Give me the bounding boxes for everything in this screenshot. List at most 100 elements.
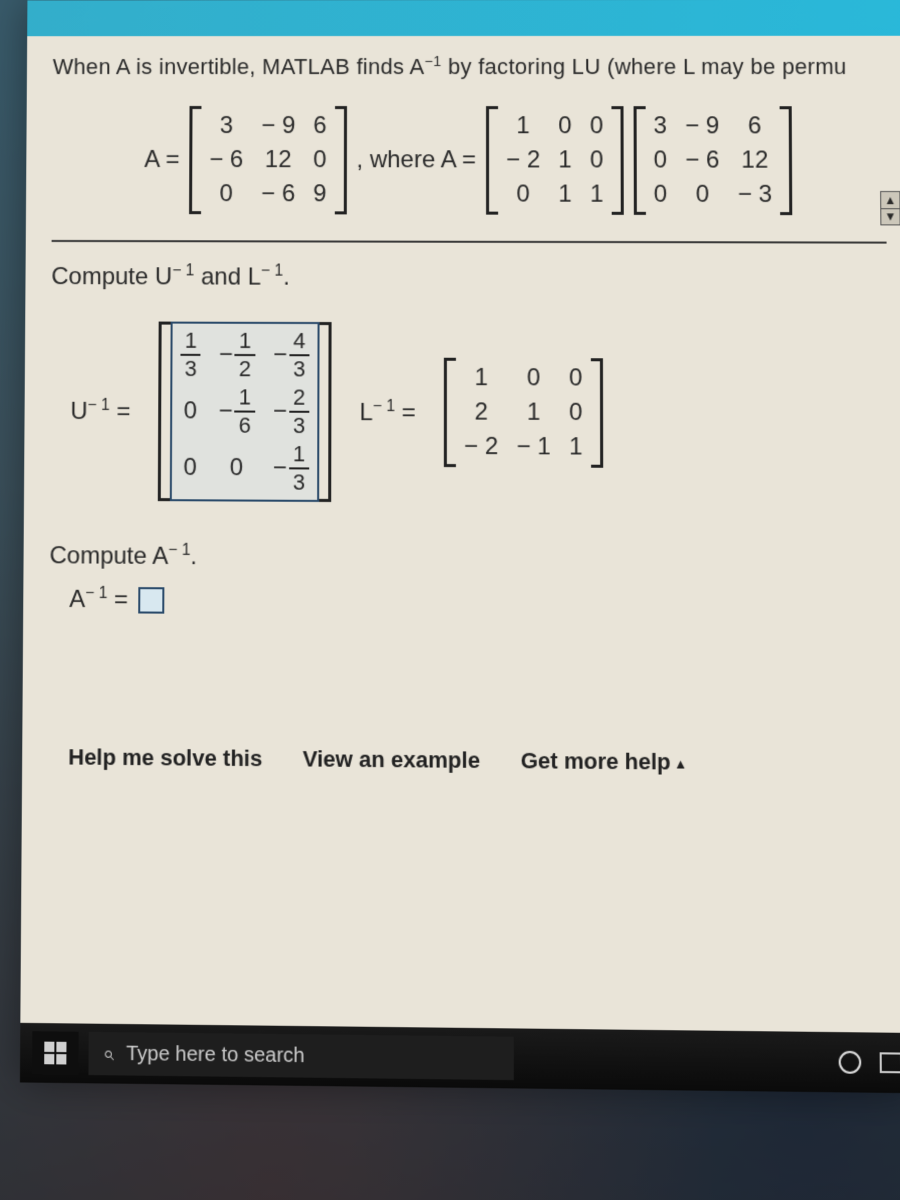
l10: − 2 — [506, 147, 540, 175]
intro-exp: −1 — [425, 54, 442, 70]
uinv-eq: = — [110, 398, 131, 425]
a01: − 9 — [261, 112, 295, 140]
matrix-U: 3 − 9 6 0 − 6 12 0 0 − 3 — [633, 107, 792, 216]
u02: 6 — [737, 113, 771, 141]
l22: 1 — [590, 181, 603, 209]
a12: 0 — [313, 146, 326, 174]
sub1c: . — [283, 264, 290, 291]
li20: − 2 — [464, 433, 498, 462]
a11: 12 — [261, 146, 295, 174]
linv-eq: = — [395, 399, 416, 426]
view-example-button[interactable]: View an example — [303, 746, 480, 774]
ainv-answer-row: A− 1 = — [49, 585, 889, 620]
ainv-eq: = — [107, 586, 128, 614]
u00: 3 — [653, 113, 667, 141]
a22: 9 — [313, 181, 326, 209]
uinv-exp: − 1 — [88, 397, 110, 414]
a00: 3 — [209, 112, 243, 140]
matrix-A: 3 − 9 6 − 6 12 0 0 − 6 9 — [189, 106, 346, 214]
u10: 0 — [654, 147, 668, 175]
answer-input[interactable] — [138, 587, 164, 614]
taskbar-tray — [839, 1051, 900, 1075]
uinv-label: U− 1 = — [70, 397, 130, 426]
u21: 0 — [685, 181, 719, 209]
sub2e: − 1 — [168, 542, 190, 559]
linv-label: L− 1 = — [359, 398, 415, 428]
matrix-L: 1 0 0 − 2 1 0 0 1 1 — [486, 106, 623, 215]
intro-part1: When A is invertible, MATLAB finds A — [53, 54, 425, 79]
uinv11: −16 — [219, 387, 255, 438]
linv-exp: − 1 — [373, 398, 395, 415]
u01: − 9 — [685, 113, 719, 141]
l00: 1 — [506, 112, 540, 140]
uinv-linv-row: U− 1 = 13 −12 −43 0 −16 −23 0 0 −13 — [50, 322, 888, 506]
scroll-up-icon[interactable]: ▲ — [881, 192, 899, 209]
help-row: Help me solve this View an example Get m… — [48, 736, 890, 786]
search-placeholder: Type here to search — [126, 1042, 305, 1068]
uinv02: −43 — [273, 330, 309, 381]
windows-taskbar[interactable]: ⌕ Type here to search — [20, 1023, 900, 1093]
question-content: When A is invertible, MATLAB finds A−1 b… — [22, 36, 900, 797]
uinv10: 0 — [180, 398, 200, 426]
intro-part2: by factoring LU (where L may be permu — [441, 54, 846, 79]
li11: 1 — [516, 399, 550, 428]
search-icon: ⌕ — [103, 1042, 114, 1066]
uinv22: −13 — [273, 443, 310, 494]
ainv-label: A− 1 = — [69, 585, 128, 615]
caret-up-icon: ▴ — [677, 755, 684, 771]
cortana-icon[interactable] — [839, 1051, 862, 1074]
sub1a: Compute U — [51, 263, 172, 290]
a20: 0 — [209, 180, 243, 208]
sub1e2: − 1 — [261, 263, 283, 280]
uinv21: 0 — [218, 454, 254, 482]
laptop-screen: When A is invertible, MATLAB finds A−1 b… — [20, 0, 900, 1093]
a21: − 6 — [261, 180, 295, 208]
li12: 0 — [569, 399, 583, 427]
l02: 0 — [590, 113, 603, 141]
li00: 1 — [464, 364, 498, 392]
where-label: , where A = — [356, 146, 476, 174]
li01: 0 — [516, 364, 550, 392]
li21: − 1 — [517, 433, 551, 462]
linv-pre: L — [359, 399, 372, 426]
matrix-Linv: 1 0 0 2 1 0 − 2 − 1 1 — [444, 358, 603, 468]
l20: 0 — [506, 181, 540, 209]
scroll-down-icon[interactable]: ▼ — [881, 209, 899, 225]
l11: 1 — [558, 147, 571, 175]
help-more-label: Get more help — [521, 748, 671, 775]
li22: 1 — [569, 433, 583, 461]
l01: 0 — [558, 112, 571, 140]
ainv-p1: A — [69, 586, 85, 613]
start-button[interactable] — [32, 1031, 79, 1075]
sub2b: . — [190, 543, 197, 570]
u22: − 3 — [738, 181, 772, 209]
taskbar-search[interactable]: ⌕ Type here to search — [88, 1032, 513, 1080]
windows-icon — [44, 1042, 66, 1065]
sub1b: and L — [194, 264, 261, 291]
matrix-equation: A = 3 − 9 6 − 6 12 0 0 − 6 9 , where A = — [52, 106, 887, 215]
l21: 1 — [558, 181, 571, 209]
uinv01: −12 — [219, 330, 255, 381]
help-solve-button[interactable]: Help me solve this — [68, 744, 262, 772]
li02: 0 — [569, 365, 583, 393]
u12: 12 — [738, 147, 772, 175]
A-label: A = — [144, 146, 179, 174]
a02: 6 — [313, 112, 326, 140]
compute-ul-label: Compute U− 1 and L− 1. — [51, 262, 887, 293]
a10: − 6 — [209, 146, 243, 174]
matrix-Uinv: 13 −12 −43 0 −16 −23 0 0 −13 — [158, 322, 332, 502]
top-bar — [27, 0, 900, 36]
scroll-indicator[interactable]: ▲ ▼ — [880, 191, 900, 225]
ainv-e1: − 1 — [85, 585, 107, 602]
task-view-icon[interactable] — [880, 1052, 900, 1073]
uinv20: 0 — [180, 454, 200, 482]
divider — [52, 240, 887, 244]
uinv-pre: U — [70, 398, 87, 425]
u20: 0 — [654, 181, 668, 209]
intro-text: When A is invertible, MATLAB finds A−1 b… — [53, 54, 886, 81]
sub2a: Compute A — [49, 542, 168, 570]
uinv12: −23 — [273, 387, 309, 438]
sub1e1: − 1 — [172, 263, 194, 280]
get-more-help-button[interactable]: Get more help ▴ — [521, 748, 685, 776]
l12: 0 — [590, 147, 603, 175]
